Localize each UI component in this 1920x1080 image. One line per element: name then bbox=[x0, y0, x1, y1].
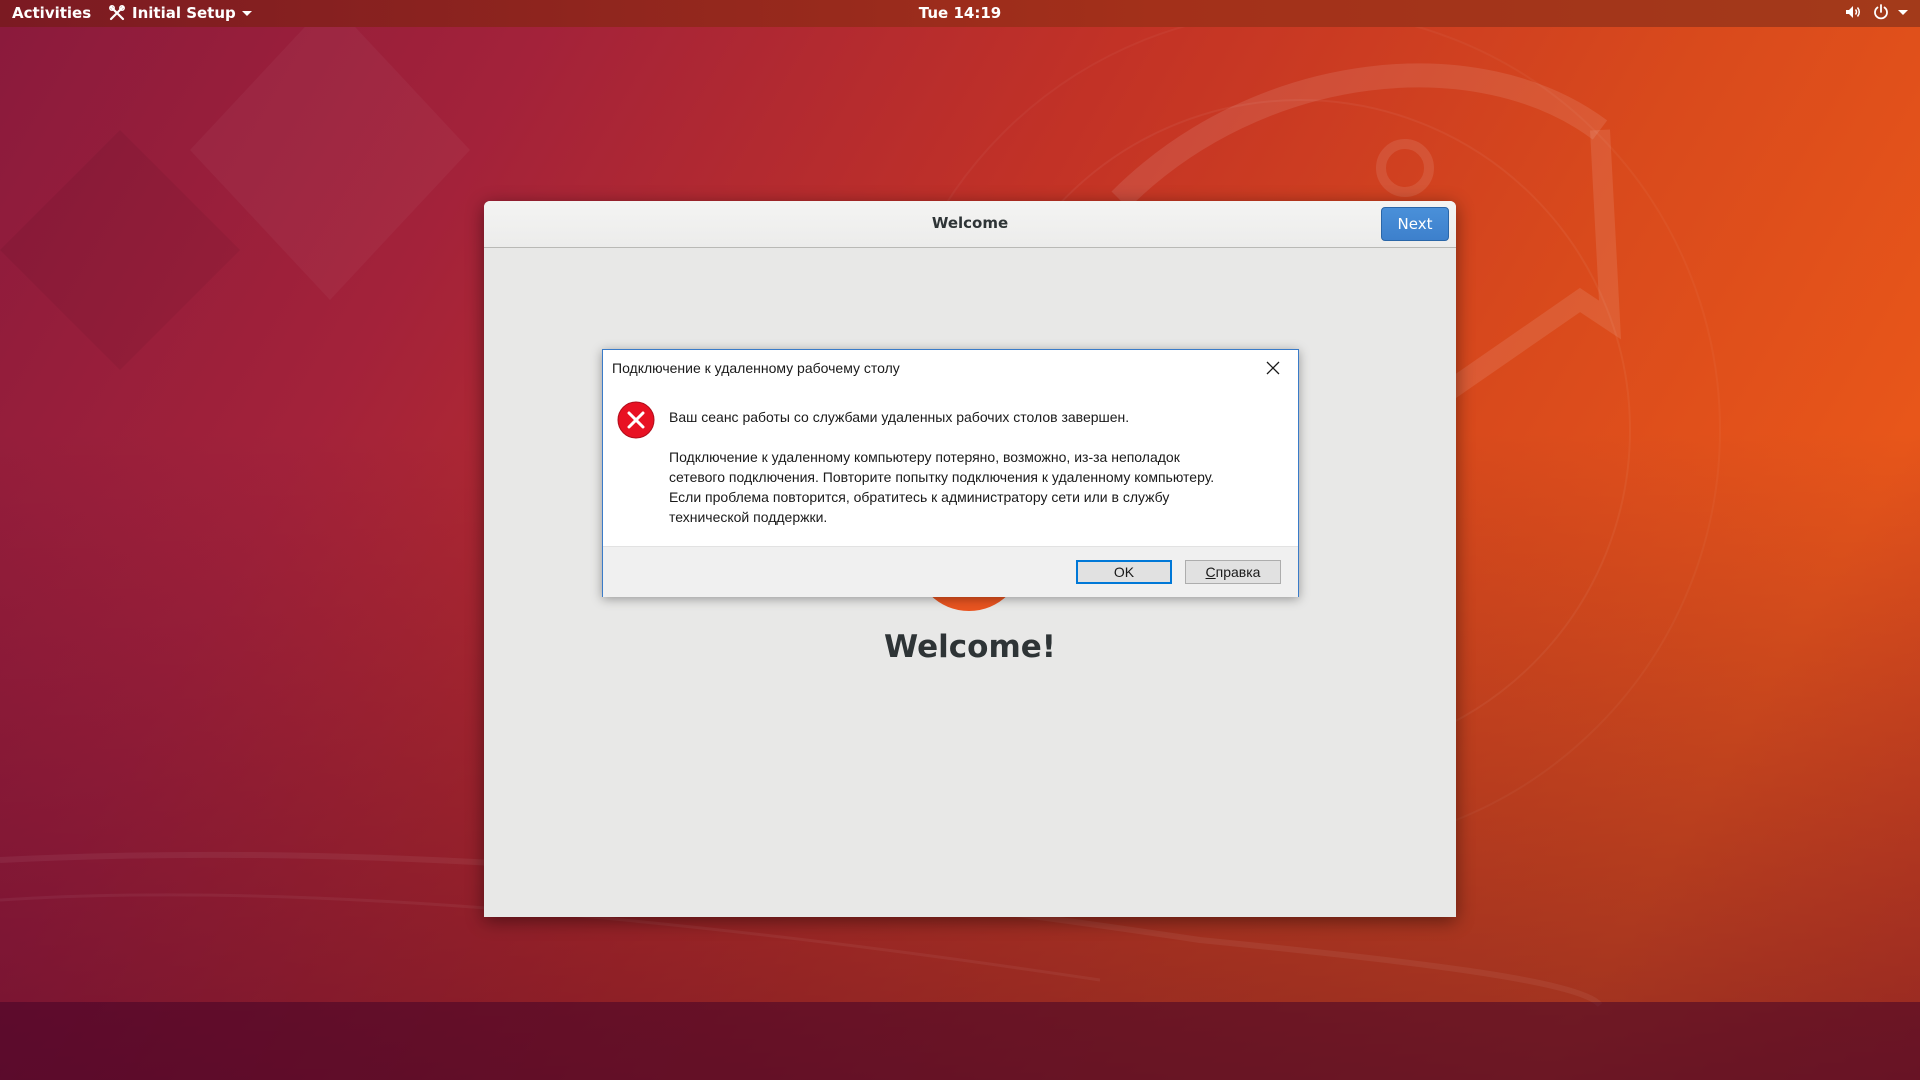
help-button-mnemonic: С bbox=[1205, 564, 1216, 580]
detail-line: технической поддержки. bbox=[669, 509, 828, 525]
detail-line: сетевого подключения. Повторите попытку … bbox=[669, 469, 1215, 485]
detail-line: Подключение к удаленному компьютеру поте… bbox=[669, 449, 1180, 465]
dialog-message: Ваш сеанс работы со службами удаленных р… bbox=[669, 409, 1130, 425]
dialog-button-bar: OK Справка bbox=[603, 546, 1298, 597]
clock[interactable]: Tue 14:19 bbox=[900, 4, 1020, 22]
dialog-title-bar: Подключение к удаленному рабочему столу bbox=[603, 350, 1298, 386]
close-icon[interactable] bbox=[1263, 358, 1283, 378]
volume-icon bbox=[1844, 3, 1862, 21]
app-menu[interactable]: Initial Setup bbox=[108, 4, 252, 22]
window-title: Welcome bbox=[931, 214, 1009, 232]
detail-line: Если проблема повторится, обратитесь к а… bbox=[669, 489, 1170, 505]
dialog-title: Подключение к удаленному рабочему столу bbox=[612, 360, 900, 376]
welcome-heading: Welcome! bbox=[884, 629, 1056, 665]
power-icon bbox=[1872, 3, 1890, 21]
window-header-bar: Welcome Next bbox=[484, 201, 1456, 248]
wallpaper-bottom-band bbox=[0, 1002, 1920, 1080]
help-button[interactable]: Справка bbox=[1185, 560, 1281, 584]
ok-button[interactable]: OK bbox=[1076, 560, 1172, 584]
app-menu-label: Initial Setup bbox=[132, 4, 236, 22]
settings-tool-icon bbox=[108, 4, 126, 22]
rdp-error-dialog: Подключение к удаленному рабочему столу … bbox=[602, 349, 1299, 597]
chevron-down-icon bbox=[241, 10, 252, 16]
dialog-detail: Подключение к удаленному компьютеру поте… bbox=[669, 447, 1289, 527]
activities-button[interactable]: Activities bbox=[12, 4, 91, 22]
help-button-label: правка bbox=[1215, 564, 1261, 580]
top-bar: Activities Initial Setup Tue 14:19 bbox=[0, 0, 1920, 27]
chevron-down-icon bbox=[1898, 9, 1908, 15]
error-icon bbox=[617, 401, 655, 439]
next-button[interactable]: Next bbox=[1381, 207, 1449, 241]
system-status-menu[interactable] bbox=[1834, 3, 1908, 21]
